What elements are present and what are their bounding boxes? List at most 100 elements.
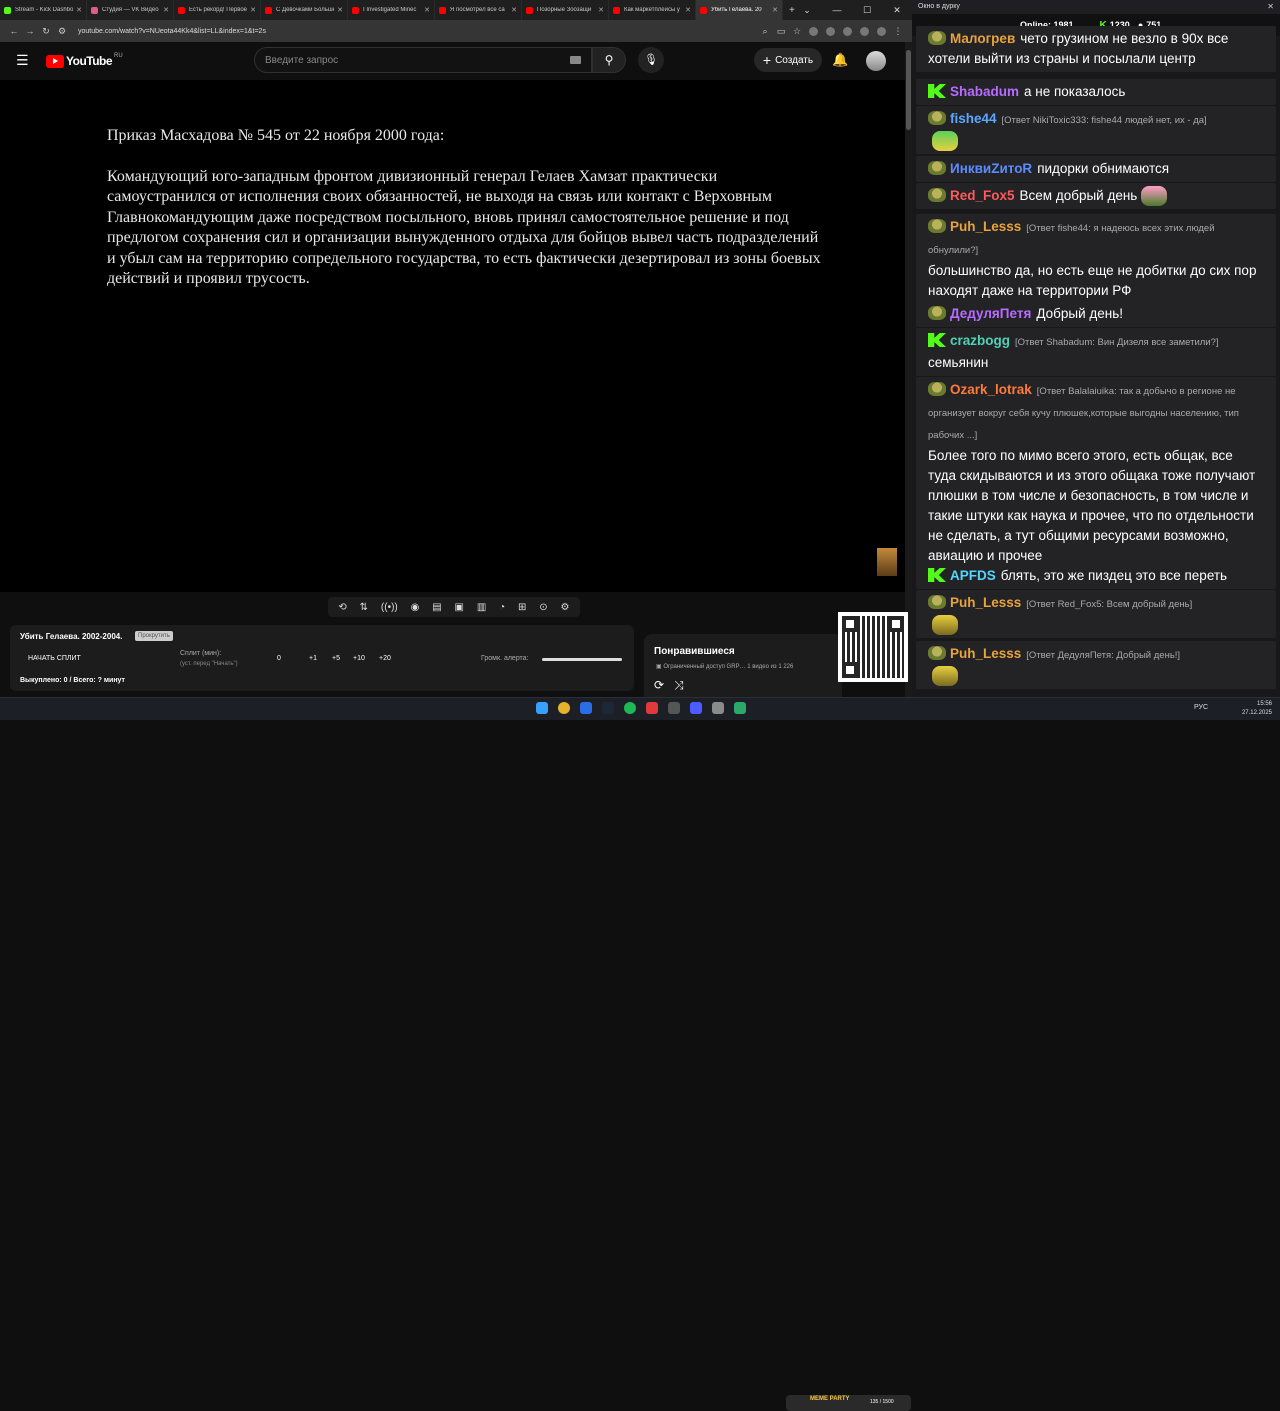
cinema-icon[interactable]: ▥ xyxy=(477,602,486,613)
screenshot-icon[interactable]: ⊙ xyxy=(539,602,547,613)
browser-tab[interactable]: Позорные Зоозащи ✕ xyxy=(522,0,609,20)
app-icon[interactable] xyxy=(712,702,724,714)
playlist-title[interactable]: Понравившиеся xyxy=(654,646,735,657)
chat-username[interactable]: fishe44 xyxy=(950,111,997,126)
chat-message[interactable]: Puh_Lesss [Ответ ДедуляПетя: Добрый день!… xyxy=(916,641,1276,690)
browser-tab[interactable]: Убить Гелаева. 20 ✕ xyxy=(696,0,783,20)
scrollbar-thumb[interactable] xyxy=(906,50,911,130)
hamburger-menu-icon[interactable]: ☰ xyxy=(16,53,30,67)
close-tab-icon[interactable]: ✕ xyxy=(337,6,343,14)
browser-menu-icon[interactable]: ⋮ xyxy=(890,26,906,37)
notifications-bell-icon[interactable]: 🔔 xyxy=(832,52,848,68)
add-10-button[interactable]: +10 xyxy=(353,655,365,662)
browser-tab[interactable]: I Investigated Minec ✕ xyxy=(348,0,435,20)
extension-icon[interactable] xyxy=(843,26,852,36)
browser-tab[interactable]: Я посмотрел все са ✕ xyxy=(435,0,522,20)
keyboard-icon[interactable] xyxy=(570,56,581,64)
chat-message[interactable]: Shabadum а не показалось xyxy=(916,79,1276,105)
channel-watermark[interactable] xyxy=(877,548,897,576)
close-tab-icon[interactable]: ✕ xyxy=(424,6,430,14)
chat-message[interactable]: Red_Fox5 Всем добрый день xyxy=(916,183,1276,210)
browser-tab[interactable]: Как маркетплейсы у ✕ xyxy=(609,0,696,20)
app-icon[interactable] xyxy=(668,702,680,714)
bookmark-star-icon[interactable]: ☆ xyxy=(789,26,805,37)
settings-gear-icon[interactable]: ⚙ xyxy=(561,602,570,613)
youtube-logo[interactable]: YouTube RU xyxy=(46,53,123,68)
steam-icon[interactable] xyxy=(602,702,614,714)
chat-username[interactable]: ДедуляПетя xyxy=(950,306,1031,321)
chat-message[interactable]: Puh_Lesss [Ответ fishe44: я надеюсь всех … xyxy=(916,214,1276,304)
chat-message[interactable]: Ozark_lotrak [Ответ Balalaiuika: так а до… xyxy=(916,377,1276,569)
site-info-icon[interactable]: ⚙ xyxy=(54,26,70,37)
chat-username[interactable]: Puh_Lesss xyxy=(950,595,1021,610)
start-windows-icon[interactable] xyxy=(536,702,548,714)
search-input[interactable]: Введите запрос xyxy=(254,47,592,73)
close-tab-icon[interactable]: ✕ xyxy=(511,6,517,14)
cast-icon[interactable]: ▭ xyxy=(773,26,789,37)
browser-tab[interactable]: Есть рекорд! Первое ✕ xyxy=(174,0,261,20)
voice-search-mic-icon[interactable]: 🎙 xyxy=(638,47,664,73)
close-tab-icon[interactable]: ✕ xyxy=(598,6,604,14)
create-button[interactable]: + Создать xyxy=(754,48,822,72)
close-tab-icon[interactable]: ✕ xyxy=(772,6,778,14)
page-scrollbar[interactable] xyxy=(905,42,912,697)
chat-username[interactable]: Puh_Lesss xyxy=(950,219,1021,234)
reload-icon[interactable]: ↻ xyxy=(38,26,54,37)
chat-username[interactable]: Малогрев xyxy=(950,31,1015,46)
extension-icon[interactable] xyxy=(809,26,818,36)
scroll-badge[interactable]: Прокрутить xyxy=(135,631,173,641)
chat-username[interactable]: Red_Fox5 xyxy=(950,188,1015,203)
broadcast-icon[interactable]: ((•)) xyxy=(381,602,398,613)
chat-message[interactable]: fishe44 [Ответ NikiToxic333: fishe44 люде… xyxy=(916,106,1276,155)
speed-icon[interactable]: ◔ xyxy=(499,602,505,613)
chat-message[interactable]: ИнквиZитоR пидорки обнимаются xyxy=(916,156,1276,182)
forward-arrow-icon[interactable]: → xyxy=(22,26,38,36)
loop-icon[interactable]: ⟲ xyxy=(338,602,346,613)
maximize-button[interactable]: ☐ xyxy=(852,0,882,20)
picture-in-picture-icon[interactable]: ▣ xyxy=(455,602,464,613)
account-avatar[interactable] xyxy=(866,51,886,71)
app-icon[interactable] xyxy=(690,702,702,714)
eye-icon[interactable]: ◉ xyxy=(411,602,420,613)
app-icon[interactable] xyxy=(646,702,658,714)
telegram-icon[interactable] xyxy=(580,702,592,714)
tab-search-icon[interactable]: ⌄ xyxy=(792,0,822,20)
add-5-button[interactable]: +5 xyxy=(332,655,340,662)
chat-message[interactable]: APFDS блять, это же пиздец это все переть xyxy=(916,563,1276,589)
app-icon[interactable] xyxy=(734,702,746,714)
add-20-button[interactable]: +20 xyxy=(379,655,391,662)
shuffle-icon[interactable]: ⤨ xyxy=(674,678,684,692)
chat-username[interactable]: Shabadum xyxy=(950,84,1019,99)
repeat-icon[interactable]: ⟳ xyxy=(654,678,664,692)
spotify-icon[interactable] xyxy=(624,702,636,714)
close-tab-icon[interactable]: ✕ xyxy=(76,6,82,14)
clapper-icon[interactable]: ▤ xyxy=(432,602,441,613)
chat-message[interactable]: Малогрев чето грузином не везло в 90х все… xyxy=(916,26,1276,72)
chat-username[interactable]: ИнквиZитоR xyxy=(950,161,1032,176)
chat-message[interactable]: Puh_Lesss [Ответ Red_Fox5: Всем добрый де… xyxy=(916,590,1276,639)
extension-icon[interactable] xyxy=(826,26,835,36)
chat-username[interactable]: crazbogg xyxy=(950,333,1010,348)
chat-username[interactable]: APFDS xyxy=(950,568,996,583)
browser-tab[interactable]: С Девочками Больше ✕ xyxy=(261,0,348,20)
close-tab-icon[interactable]: ✕ xyxy=(250,6,256,14)
browser-tab[interactable]: Stream - Kick Dashbo ✕ xyxy=(0,0,87,20)
alert-volume-slider[interactable] xyxy=(542,658,622,661)
profile-avatar-icon[interactable] xyxy=(877,26,886,36)
close-chat-icon[interactable]: ✕ xyxy=(1267,2,1274,11)
chat-username[interactable]: Puh_Lesss xyxy=(950,646,1021,661)
chrome-icon[interactable] xyxy=(558,702,570,714)
add-icon[interactable]: ⊞ xyxy=(518,602,526,613)
system-clock[interactable]: 15:56 27.12.2025 xyxy=(1242,700,1272,718)
add-1-button[interactable]: +1 xyxy=(309,655,317,662)
back-arrow-icon[interactable]: ← xyxy=(6,26,22,36)
minimize-button[interactable]: — xyxy=(822,0,852,20)
url-field[interactable]: youtube.com/watch?v=NUeota44Kk4&list=LL&… xyxy=(78,28,757,35)
browser-tab[interactable]: Студия — VK Видео ✕ xyxy=(87,0,174,20)
search-button[interactable]: ⚲ xyxy=(592,47,626,73)
language-indicator[interactable]: РУС xyxy=(1194,704,1208,711)
close-window-button[interactable]: ✕ xyxy=(882,0,912,20)
chat-message[interactable]: crazbogg [Ответ Shabadum: Вин Дизеля все … xyxy=(916,328,1276,376)
chat-username[interactable]: Ozark_lotrak xyxy=(950,382,1032,397)
zoom-icon[interactable]: ⌕ xyxy=(757,26,773,37)
